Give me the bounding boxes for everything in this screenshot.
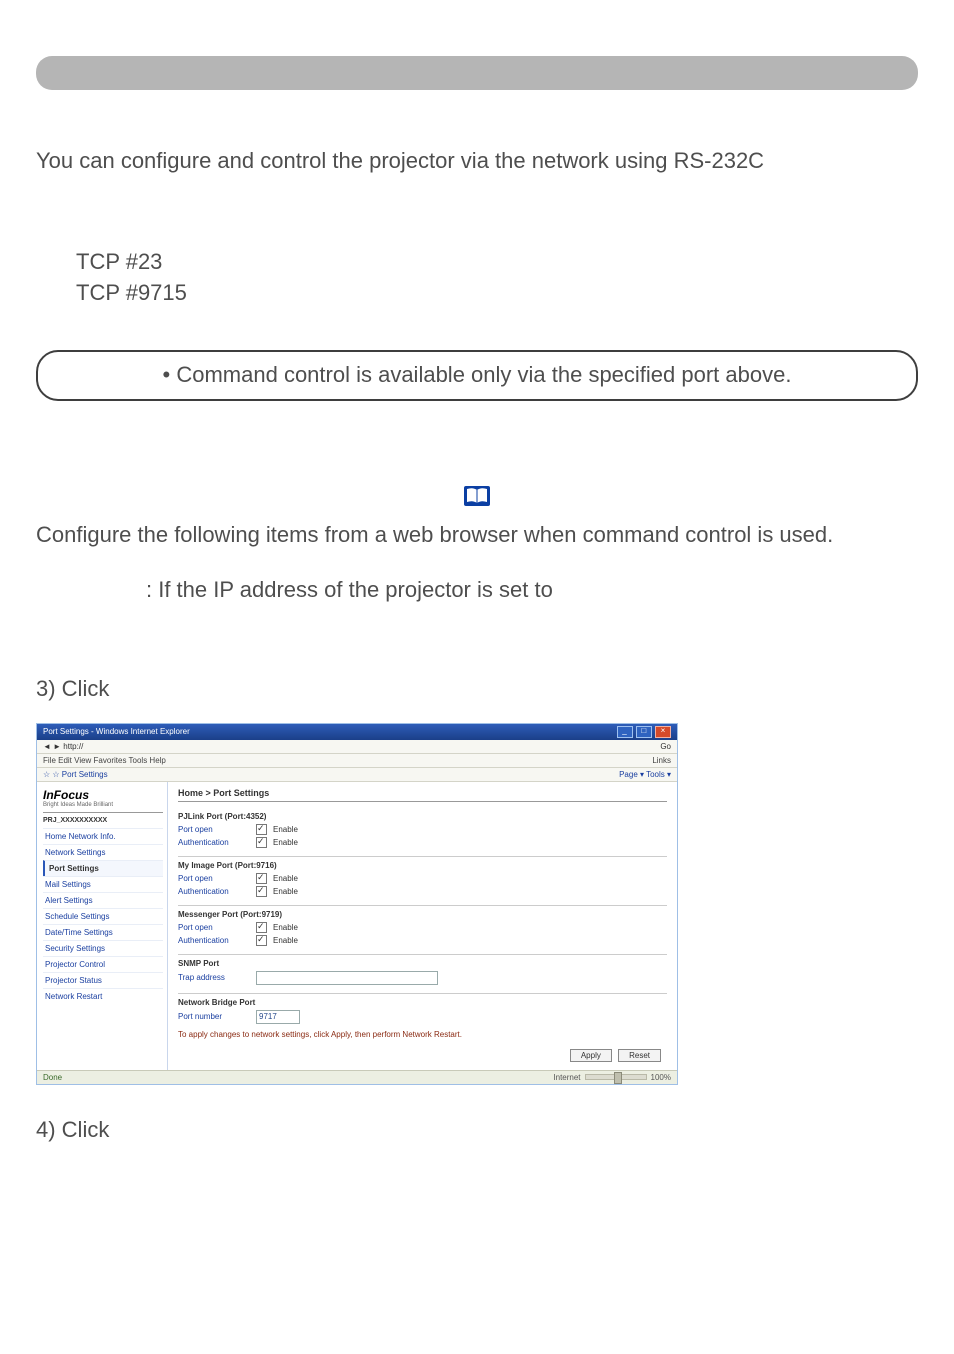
toolbar-right[interactable]: Page ▾ Tools ▾ bbox=[619, 770, 671, 779]
zoom-slider[interactable] bbox=[585, 1074, 647, 1080]
label-port-open: Port open bbox=[178, 825, 250, 834]
checkbox-messenger-auth[interactable] bbox=[256, 935, 267, 946]
step3-text: 3) Click bbox=[36, 674, 918, 705]
label-port-number: Port number bbox=[178, 1012, 250, 1021]
book-icon bbox=[463, 485, 491, 507]
label-port-open: Port open bbox=[178, 874, 250, 883]
logo: InFocus Bright Ideas Made Brilliant bbox=[43, 788, 163, 813]
checkbox-messenger-open[interactable] bbox=[256, 922, 267, 933]
menu-items[interactable]: File Edit View Favorites Tools Help bbox=[43, 756, 166, 765]
logo-text: InFocus bbox=[43, 788, 89, 802]
go-button[interactable]: Go bbox=[660, 742, 671, 751]
logo-tagline: Bright Ideas Made Brilliant bbox=[43, 802, 163, 808]
intro-text: You can configure and control the projec… bbox=[36, 146, 918, 177]
browser-menu: File Edit View Favorites Tools Help Link… bbox=[37, 754, 677, 768]
enable-text: Enable bbox=[273, 838, 298, 847]
apply-note: To apply changes to network settings, cl… bbox=[178, 1030, 667, 1039]
apply-button[interactable]: Apply bbox=[570, 1049, 612, 1062]
sidebar-item[interactable]: Home Network Info. bbox=[43, 828, 163, 844]
label-trap-address: Trap address bbox=[178, 973, 250, 982]
header-bar bbox=[36, 56, 918, 90]
book-icon-row bbox=[36, 485, 918, 512]
page-tab[interactable]: Port Settings bbox=[62, 770, 108, 779]
label-auth: Authentication bbox=[178, 838, 250, 847]
section-messenger: Messenger Port (Port:9719) Port open Ena… bbox=[178, 906, 667, 955]
sidebar-item[interactable]: Alert Settings bbox=[43, 892, 163, 908]
section-title-messenger: Messenger Port (Port:9719) bbox=[178, 910, 667, 919]
step4-text: 4) Click bbox=[36, 1115, 918, 1146]
label-port-open: Port open bbox=[178, 923, 250, 932]
zoom-value: 100% bbox=[651, 1073, 671, 1082]
links-label[interactable]: Links bbox=[652, 756, 671, 765]
port-tcp9715: TCP #9715 bbox=[76, 278, 918, 309]
checkbox-pjlink-open[interactable] bbox=[256, 824, 267, 835]
enable-text: Enable bbox=[273, 936, 298, 945]
checkbox-myimage-auth[interactable] bbox=[256, 886, 267, 897]
enable-text: Enable bbox=[273, 923, 298, 932]
status-left: Done bbox=[43, 1073, 62, 1082]
section-title-snmp: SNMP Port bbox=[178, 959, 667, 968]
enable-text: Enable bbox=[273, 874, 298, 883]
main-panel: Home > Port Settings PJLink Port (Port:4… bbox=[168, 782, 677, 1070]
sidebar-nav: Home Network Info.Network SettingsPort S… bbox=[43, 828, 163, 1004]
section-title-myimage: My Image Port (Port:9716) bbox=[178, 861, 667, 870]
address-bar-row: ◄ ► http:// Go bbox=[37, 740, 677, 754]
sidebar-item[interactable]: Projector Control bbox=[43, 956, 163, 972]
label-auth: Authentication bbox=[178, 887, 250, 896]
status-zone: Internet bbox=[553, 1073, 580, 1082]
sidebar-item[interactable]: Schedule Settings bbox=[43, 908, 163, 924]
sidebar: InFocus Bright Ideas Made Brilliant PRJ_… bbox=[37, 782, 168, 1070]
sidebar-item[interactable]: Security Settings bbox=[43, 940, 163, 956]
configure-line: Configure the following items from a web… bbox=[36, 520, 918, 551]
reset-button[interactable]: Reset bbox=[618, 1049, 661, 1062]
status-right: Internet 100% bbox=[553, 1073, 671, 1082]
embedded-screenshot: Port Settings - Windows Internet Explore… bbox=[36, 723, 918, 1085]
enable-text: Enable bbox=[273, 825, 298, 834]
sidebar-item[interactable]: Network Settings bbox=[43, 844, 163, 860]
checkbox-myimage-open[interactable] bbox=[256, 873, 267, 884]
button-row: Apply Reset bbox=[178, 1045, 667, 1064]
sidebar-item[interactable]: Mail Settings bbox=[43, 876, 163, 892]
note-callout: • Command control is available only via … bbox=[36, 350, 918, 401]
section-bridge: Network Bridge Port Port number 9717 To … bbox=[178, 994, 667, 1045]
window-titlebar: Port Settings - Windows Internet Explore… bbox=[37, 724, 677, 740]
port-tcp23: TCP #23 bbox=[76, 247, 918, 278]
sidebar-item[interactable]: Port Settings bbox=[43, 860, 163, 876]
section-title-pjlink: PJLink Port (Port:4352) bbox=[178, 812, 667, 821]
window-title: Port Settings - Windows Internet Explore… bbox=[43, 727, 190, 736]
section-pjlink: PJLink Port (Port:4352) Port open Enable… bbox=[178, 808, 667, 857]
input-trap-address[interactable] bbox=[256, 971, 438, 985]
sidebar-item[interactable]: Projector Status bbox=[43, 972, 163, 988]
bridge-port-value: 9717 bbox=[259, 1012, 277, 1021]
tab-toolbar: ☆ ☆ Port Settings Page ▾ Tools ▾ bbox=[37, 768, 677, 782]
document-page: You can configure and control the projec… bbox=[0, 0, 954, 1181]
maximize-button[interactable]: □ bbox=[636, 726, 652, 738]
window-buttons: _ □ × bbox=[616, 726, 671, 738]
section-myimage: My Image Port (Port:9716) Port open Enab… bbox=[178, 857, 667, 906]
sidebar-item[interactable]: Network Restart bbox=[43, 988, 163, 1004]
sidebar-item[interactable]: Date/Time Settings bbox=[43, 924, 163, 940]
section-snmp: SNMP Port Trap address bbox=[178, 955, 667, 994]
section-title-bridge: Network Bridge Port bbox=[178, 998, 667, 1007]
note-text: • Command control is available only via … bbox=[163, 360, 792, 391]
label-auth: Authentication bbox=[178, 936, 250, 945]
model-label: PRJ_XXXXXXXXXX bbox=[43, 817, 163, 824]
minimize-button[interactable]: _ bbox=[617, 726, 633, 738]
enable-text: Enable bbox=[273, 887, 298, 896]
address-url-prefix[interactable]: http:// bbox=[63, 742, 83, 751]
breadcrumb: Home > Port Settings bbox=[178, 788, 667, 802]
close-button[interactable]: × bbox=[655, 726, 671, 738]
status-bar: Done Internet 100% bbox=[37, 1070, 677, 1084]
input-bridge-port[interactable]: 9717 bbox=[256, 1010, 300, 1024]
checkbox-pjlink-auth[interactable] bbox=[256, 837, 267, 848]
ip-line: : If the IP address of the projector is … bbox=[146, 575, 918, 606]
